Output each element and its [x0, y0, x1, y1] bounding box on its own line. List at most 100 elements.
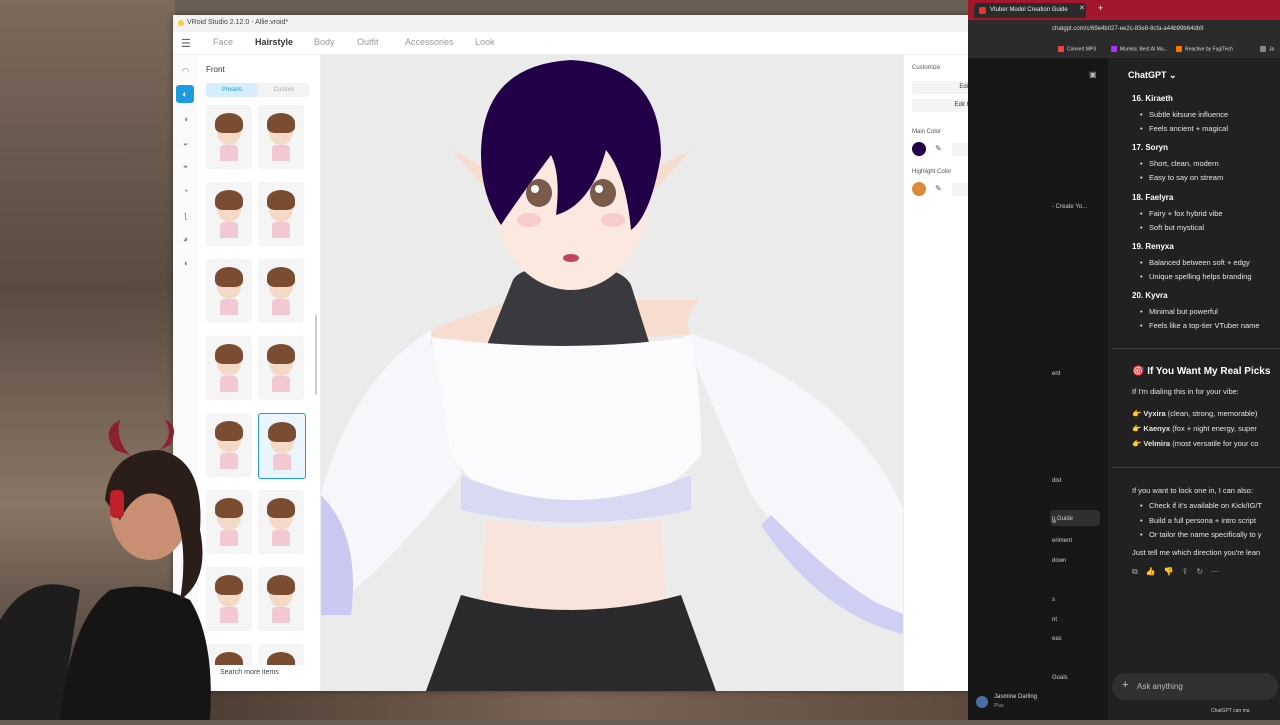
hair-preset-thumbnail[interactable] — [206, 336, 252, 400]
avatar-body — [60, 586, 211, 720]
chat-bullet: Minimal but powerful — [1140, 307, 1218, 316]
closing-line: Just tell me which direction you're lean — [1132, 548, 1261, 557]
model-viewport[interactable] — [321, 55, 903, 691]
sidebar-item[interactable]: s — [1052, 597, 1055, 603]
user-name: Jasmine Darling — [994, 694, 1038, 700]
hair-preset-thumbnail[interactable] — [258, 182, 304, 246]
user-plan: Plus — [994, 703, 1004, 709]
bookmark-item[interactable]: Reactive by FugiTech — [1176, 46, 1233, 52]
chat-heading: 16. Kiraeth — [1132, 94, 1173, 103]
chat-bullet: Balanced between soft + edgy — [1140, 258, 1250, 267]
pick-line: 👉 Velmira (most versatile for your co — [1132, 439, 1259, 448]
horn-right — [160, 420, 174, 450]
tab-close-icon[interactable]: ✕ — [1079, 4, 1085, 12]
hair-base-icon[interactable]: ◠ — [179, 65, 192, 78]
sidebar-item[interactable]: eas — [1052, 636, 1062, 642]
hair-preset-thumbnail[interactable] — [206, 182, 252, 246]
hair-preset-thumbnail[interactable] — [258, 490, 304, 554]
tab-face[interactable]: Face — [213, 37, 233, 47]
chat-bullet: Feels like a top-tier VTuber name — [1140, 321, 1260, 330]
sidebar-item[interactable]: dist — [1052, 478, 1061, 484]
eyedropper-icon[interactable]: ✎ — [935, 184, 942, 193]
sidebar-item[interactable]: ent — [1052, 371, 1060, 377]
panel-title: Front — [206, 65, 225, 74]
address-bar[interactable]: chatgpt.com/c/69e4b027-ee2c-83e8-8cfa-a4… — [968, 20, 1280, 42]
highlight-color-label: Highlight Color — [912, 169, 952, 175]
chat-bullet: Fairy + fox hybrid vibe — [1140, 209, 1223, 218]
vroid-window: VRoid Studio 2.12.0 - Allie.vroid* – ☐ ✕… — [173, 15, 1052, 691]
custom-tab[interactable]: Custom — [258, 83, 310, 97]
hair-preset-thumbnail[interactable] — [206, 105, 252, 169]
streamer-avatar-overlay — [0, 420, 230, 720]
chat-bullet: Soft but mystical — [1140, 223, 1204, 232]
hair-preset-thumbnail[interactable] — [258, 413, 306, 479]
browser-window: Vtuber Model Creation Guide ✕ + chatgpt.… — [968, 0, 1280, 720]
pick-line: 👉 Vyxira (clean, strong, memorable) — [1132, 409, 1258, 418]
ask-placeholder[interactable]: Ask anything — [1137, 682, 1183, 691]
chat-bullet: Short, clean, modern — [1140, 159, 1219, 168]
bookmark-item[interactable]: Ja — [1260, 46, 1274, 52]
hair-preset-thumbnail[interactable] — [258, 567, 304, 631]
hair-preset-thumbnail[interactable] — [258, 336, 304, 400]
plus-icon[interactable]: + — [1122, 679, 1128, 691]
chat-bullet: Build a full persona + intro script — [1140, 516, 1256, 525]
hair-preset-thumbnail[interactable] — [258, 105, 304, 169]
tab-hairstyle[interactable]: Hairstyle — [255, 37, 293, 47]
headphones — [110, 490, 124, 518]
hair-curl-icon[interactable]: ʅ — [179, 209, 192, 222]
message-actions[interactable]: ⧉👍👎⇪↻⋯ — [1132, 567, 1227, 577]
chat-bullet: Unique spelling helps branding — [1140, 272, 1252, 281]
sidebar-item[interactable]: nt — [1052, 617, 1057, 623]
hair — [481, 60, 661, 230]
hair-tail-icon[interactable]: ◕ — [179, 233, 192, 246]
sidebar-toggle-icon[interactable]: ▣ — [1089, 70, 1097, 79]
divider — [1112, 348, 1280, 349]
right-eye — [590, 179, 616, 207]
hair-preset-thumbnail[interactable] — [206, 259, 252, 323]
left-eye — [526, 179, 552, 207]
main-color-swatch[interactable] — [912, 142, 926, 156]
sidebar-item[interactable]: down — [1052, 558, 1066, 564]
front-hair-icon[interactable]: ◐ — [176, 85, 194, 103]
hair-preset-thumbnail[interactable] — [258, 259, 304, 323]
bookmarks-bar: Convert MP3 Mureka: Best AI Mu... Reacti… — [968, 42, 1280, 59]
top-nav: ☰ Face Hairstyle Body Outfit Accessories… — [173, 32, 1051, 55]
url-text[interactable]: chatgpt.com/c/69e4b027-ee2c-83e8-8cfa-a4… — [1052, 26, 1203, 32]
menu-icon[interactable]: ☰ — [181, 37, 191, 50]
highlight-color-swatch[interactable] — [912, 182, 926, 196]
app-title[interactable]: ChatGPT ⌄ — [1128, 70, 1177, 81]
ask-input[interactable]: + Ask anything — [1112, 673, 1278, 700]
bookmark-item[interactable]: Convert MP3 — [1058, 46, 1096, 52]
tab-accessories[interactable]: Accessories — [405, 37, 454, 47]
browser-tab-title: Vtuber Model Creation Guide — [990, 7, 1068, 13]
eyedropper-icon[interactable]: ✎ — [935, 144, 942, 153]
mouth — [563, 254, 579, 262]
side-hair-icon[interactable]: ◒ — [179, 137, 192, 150]
customize-title: Customize — [912, 65, 941, 71]
ahoge-icon[interactable]: ◓ — [179, 161, 192, 174]
lock-intro: If you want to lock one in, I can also: — [1132, 486, 1253, 495]
sidebar-item[interactable]: w — [1052, 519, 1056, 525]
chat-heading: 18. Faelyra — [1132, 193, 1174, 202]
tab-body[interactable]: Body — [314, 37, 335, 47]
extra-hair-icon[interactable]: ◔ — [179, 185, 192, 198]
sidebar-item[interactable]: Goals — [1052, 675, 1068, 681]
picks-heading: 🎯 If You Want My Real Picks — [1132, 366, 1271, 377]
sidebar-item[interactable]: eriment — [1052, 538, 1072, 544]
presets-tab[interactable]: Presets — [206, 83, 258, 97]
tab-outfit[interactable]: Outfit — [357, 37, 379, 47]
chatgpt-sidebar: ▣ - Create Yo... ent n Guide dist w erim… — [968, 58, 1108, 720]
hair-misc-icon[interactable]: ◖ — [179, 257, 192, 270]
preset-custom-toggle: Presets Custom — [206, 83, 310, 97]
bookmark-item[interactable]: Mureka: Best AI Mu... — [1111, 46, 1168, 52]
browser-tab-bar: Vtuber Model Creation Guide ✕ + — [968, 0, 1280, 20]
new-tab-icon[interactable]: + — [1098, 3, 1103, 13]
tab-look[interactable]: Look — [475, 37, 495, 47]
back-hair-icon[interactable]: ◑ — [179, 113, 192, 126]
browser-tab[interactable]: Vtuber Model Creation Guide — [974, 3, 1086, 18]
hair-preset-thumbnail[interactable] — [258, 644, 304, 665]
chat-bullet: Or tailor the name specifically to y — [1140, 530, 1262, 539]
title-bar: VRoid Studio 2.12.0 - Allie.vroid* – ☐ ✕ — [173, 15, 1051, 32]
sidebar-item[interactable]: - Create Yo... — [1052, 204, 1087, 210]
panel-scrollbar[interactable] — [315, 315, 317, 395]
